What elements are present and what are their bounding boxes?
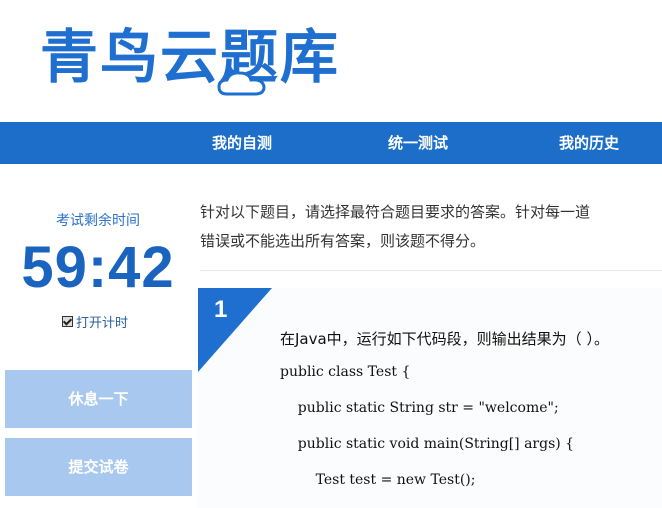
cloud-icon <box>217 71 266 96</box>
divider <box>200 270 662 271</box>
rest-button[interactable]: 休息一下 <box>5 370 192 428</box>
logo[interactable]: 青鸟云题库 <box>40 28 340 86</box>
instructions: 针对以下题目，请选择最符合题目要求的答案。针对每一道 错误或不能选出所有答案，则… <box>200 198 662 256</box>
code-line: public static void main(String[] args) { <box>280 436 575 452</box>
nav-item-my-self-test[interactable]: 我的自测 <box>212 122 272 164</box>
timer-toggle-label: 打开计时 <box>76 316 129 331</box>
code-line: public class Test { <box>280 364 411 380</box>
instructions-line-2: 错误或不能选出所有答案，则该题不得分。 <box>200 232 486 250</box>
code-line: Test test = new Test(); <box>280 472 476 488</box>
sidebar: 考试剩余时间 59:42 打开计时 休息一下 提交试卷 <box>0 164 196 508</box>
question-card: 1 在Java中，运行如下代码段，则输出结果为（ ）。 public class… <box>198 288 662 508</box>
code-line: public static String str = "welcome"; <box>280 400 559 416</box>
question-number-badge <box>198 288 272 372</box>
question-number: 1 <box>214 296 228 323</box>
nav-bar: 我的自测 统一测试 我的历史 <box>0 122 662 164</box>
timer-label: 考试剩余时间 <box>56 213 140 229</box>
question-text: 在Java中，运行如下代码段，则输出结果为（ ）。 <box>280 330 609 348</box>
logo-text: 青鸟云题库 <box>40 23 341 91</box>
timer-toggle[interactable]: 打开计时 <box>62 312 128 331</box>
countdown-timer: 59:42 <box>21 235 175 300</box>
instructions-line-1: 针对以下题目，请选择最符合题目要求的答案。针对每一道 <box>200 203 591 221</box>
nav-item-unified-test[interactable]: 统一测试 <box>388 122 448 164</box>
nav-item-my-history[interactable]: 我的历史 <box>559 122 619 164</box>
header: 青鸟云题库 <box>0 0 662 122</box>
submit-exam-button[interactable]: 提交试卷 <box>5 438 192 496</box>
timer-checkbox[interactable] <box>62 316 73 327</box>
